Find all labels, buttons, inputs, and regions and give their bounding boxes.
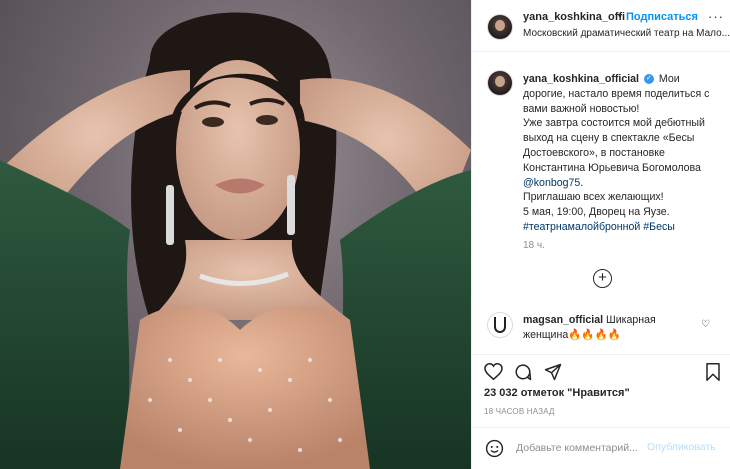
caption-line-2: Уже завтра состоится мой дебютный выход … [523,117,705,174]
caption-text: yana_koshkina_official ✓ Мои дорогие, на… [523,72,723,235]
post-details-panel: yana_koshkina_offi • Подписаться ··· Мос… [471,0,730,469]
post-photo[interactable] [0,0,471,469]
verified-icon: ✓ [643,74,654,85]
plus-circle-icon[interactable]: + [593,269,612,288]
caption-line-3: Приглашаю всех желающих! [523,191,664,204]
comments-section: yana_koshkina_official ✓ Мои дорогие, на… [472,52,730,354]
author-username[interactable]: yana_koshkina_offi [523,11,625,23]
comment-author[interactable]: magsan_official [523,314,603,326]
mention-link[interactable]: @konbog75 [523,177,580,189]
follow-button[interactable]: Подписаться [626,11,698,23]
caption-author-avatar[interactable] [487,70,513,96]
emoji-icon[interactable] [485,439,504,461]
heart-icon[interactable] [484,362,503,383]
likes-count[interactable]: 23 032 отметок "Нравится" [484,387,630,399]
comment-icon[interactable] [514,363,532,384]
caption-time: 18 ч. [523,240,545,251]
action-bar [472,354,730,388]
caption-author[interactable]: yana_koshkina_official [523,73,639,85]
hashtag-links[interactable]: #театрнамалойбронной #Бесы [523,221,675,233]
author-avatar[interactable] [487,14,513,40]
comment-text: magsan_official Шикарная женщина🔥🔥🔥🔥 [523,313,693,343]
publish-button[interactable]: Опубликовать [647,441,716,453]
comment-like-icon[interactable]: ♡ [701,319,710,330]
add-comment-bar: Опубликовать [472,427,730,469]
post-header: yana_koshkina_offi • Подписаться ··· Мос… [472,0,730,52]
commenter-avatar[interactable] [487,312,513,338]
share-icon[interactable] [544,363,562,384]
location-link[interactable]: Московский драматический театр на Мало..… [523,28,730,39]
bookmark-icon[interactable] [705,363,721,384]
comment-input[interactable] [516,440,644,456]
more-icon[interactable]: ··· [708,9,724,24]
post-time: 18 ЧАСОВ НАЗАД [484,407,555,416]
mention-tail: . [580,176,584,189]
caption-line-4: 5 мая, 19:00, Дворец на Яузе. [523,206,670,219]
photo-illustration [0,12,471,469]
separator-dot: • [618,10,622,22]
